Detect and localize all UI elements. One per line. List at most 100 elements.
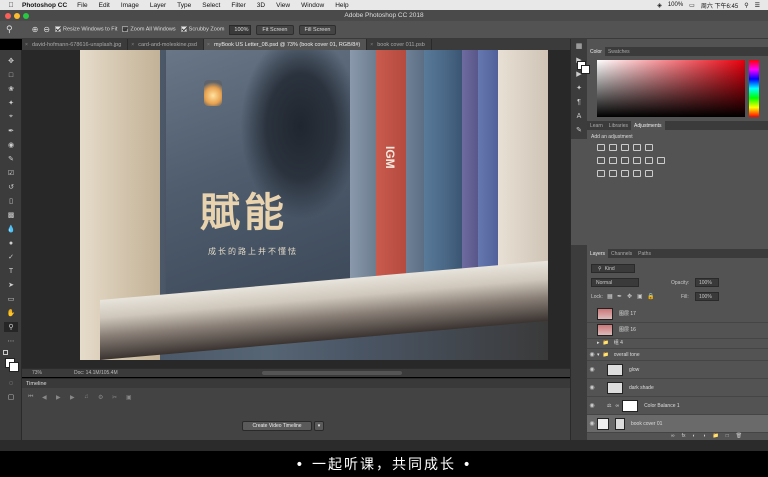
lock-paint-icon[interactable]: ✒ (617, 293, 622, 300)
paragraph-icon[interactable]: ¶ (575, 99, 583, 107)
fx-icon[interactable]: fx (682, 433, 686, 440)
layer-row[interactable]: ◉ ⚖ ∞ Color Balance 1 (587, 397, 768, 415)
hand-tool-icon[interactable]: ✋ (4, 308, 18, 318)
menu-3d[interactable]: 3D (257, 2, 265, 9)
pen-tool-icon[interactable]: ✓ (4, 252, 18, 262)
posterize-icon[interactable] (609, 170, 617, 177)
maximize-window-icon[interactable] (23, 13, 29, 19)
tab-book-cover[interactable]: × book cover 011.psb (367, 39, 432, 50)
tab-card-and-moleskine[interactable]: × card-and-moleskine.psd (128, 39, 204, 50)
layer-row-selected[interactable]: ◉ book cover 01 (587, 415, 768, 433)
selective-color-icon[interactable] (645, 170, 653, 177)
background-color-swatch[interactable] (9, 362, 19, 372)
blur-tool-icon[interactable]: 💧 (4, 224, 18, 234)
layer-row[interactable]: ▸ 📁 组 4 (587, 337, 768, 349)
menu-view[interactable]: View (276, 2, 290, 9)
zoom-in-icon[interactable]: ⊕ (32, 25, 39, 34)
apple-icon[interactable]:  (6, 2, 16, 9)
add-mask-icon[interactable]: ◐ (692, 433, 695, 440)
eye-icon[interactable]: ◉ (587, 402, 597, 409)
fill-field[interactable]: 100% (695, 292, 719, 301)
transform-icon[interactable]: ✦ (575, 85, 583, 93)
history-brush-icon[interactable]: ↺ (4, 182, 18, 192)
shape-tool-icon[interactable]: ▭ (4, 294, 18, 304)
battery-percent[interactable]: 100% (668, 2, 683, 8)
search-icon[interactable]: ⚲ (744, 2, 748, 9)
tab-paths[interactable]: Paths (635, 249, 654, 258)
dodge-tool-icon[interactable]: ● (4, 238, 18, 248)
layer-row[interactable]: ◉ ▾ 📁 overall tone (587, 349, 768, 361)
zoom-out-icon[interactable]: ⊖ (43, 25, 50, 34)
link-layers-icon[interactable]: ∞ (671, 433, 675, 440)
menu-edit[interactable]: Edit (99, 2, 110, 9)
menu-app-name[interactable]: Photoshop CC (22, 2, 67, 9)
color-picker-field[interactable] (597, 60, 745, 117)
gradient-tool-icon[interactable]: ▩ (4, 210, 18, 220)
threshold-icon[interactable] (621, 170, 629, 177)
zoom-value-field[interactable]: 100% (229, 24, 252, 35)
zoom-tool-icon[interactable]: ⚲ (4, 322, 18, 332)
brush-tool-icon[interactable]: ✎ (4, 154, 18, 164)
transition-icon[interactable]: ▣ (126, 394, 132, 401)
close-tab-icon[interactable]: × (370, 42, 373, 48)
tab-color[interactable]: Color (587, 47, 605, 56)
tab-layers[interactable]: Layers (587, 249, 609, 258)
next-frame-icon[interactable]: ▶ (70, 394, 75, 401)
menu-select[interactable]: Select (202, 2, 220, 9)
hue-slider[interactable] (749, 60, 759, 117)
levels-icon[interactable] (609, 144, 617, 151)
horizontal-scrollbar[interactable] (262, 371, 402, 375)
tab-mybook[interactable]: × myBook US Letter_08.psd @ 73% (book cov… (204, 39, 368, 50)
color-background[interactable] (581, 65, 590, 74)
menu-image[interactable]: Image (121, 2, 139, 9)
zoom-level[interactable]: 73% (22, 370, 46, 376)
close-tab-icon[interactable]: × (207, 42, 210, 48)
lock-all-icon[interactable]: 🔒 (647, 293, 654, 300)
create-video-timeline-button[interactable]: Create Video Timeline (242, 421, 312, 431)
first-frame-icon[interactable]: ⏮ (28, 394, 33, 401)
eye-icon[interactable]: ◉ (587, 366, 597, 373)
photo-filter-icon[interactable] (633, 157, 641, 164)
more-tools-icon[interactable]: ⋯ (4, 336, 18, 346)
trash-icon[interactable]: 🗑 (736, 433, 742, 440)
crop-tool-icon[interactable]: ⌖ (4, 112, 18, 122)
prev-frame-icon[interactable]: ◀ (42, 394, 47, 401)
menu-list-icon[interactable]: ☰ (755, 2, 760, 9)
chevron-down-icon[interactable]: ▾ (597, 352, 600, 358)
eye-icon[interactable]: ◉ (587, 384, 597, 391)
healing-brush-icon[interactable]: ◉ (4, 140, 18, 150)
doc-size[interactable]: Doc: 14.1M/105.4M (74, 370, 118, 376)
fill-screen-button[interactable]: Fill Screen (298, 24, 337, 35)
eraser-tool-icon[interactable]: ▯ (4, 196, 18, 206)
document-canvas[interactable]: 賦能 成长的路上并不懂怯 IGM (22, 50, 570, 368)
black-white-icon[interactable] (621, 157, 629, 164)
scrubby-zoom-checkbox[interactable]: Scrubby Zoom (180, 26, 224, 33)
lock-artboard-icon[interactable]: ▣ (637, 293, 643, 300)
channel-mixer-icon[interactable] (645, 157, 653, 164)
color-balance-icon[interactable] (609, 157, 617, 164)
blend-mode-select[interactable]: Normal (591, 278, 639, 287)
eyedropper-icon[interactable]: ✒ (4, 126, 18, 136)
menu-window[interactable]: Window (301, 2, 324, 9)
history-icon[interactable]: ▦ (575, 43, 583, 51)
tab-swatches[interactable]: Swatches (605, 47, 633, 56)
eye-icon[interactable]: ◉ (587, 420, 597, 427)
layer-kind-filter[interactable]: ⚲ Kind (591, 264, 635, 273)
layer-row[interactable]: ◉ dark shade (587, 379, 768, 397)
battery-icon[interactable]: ▭ (689, 2, 695, 9)
screen-mode-icon[interactable]: ▢ (4, 392, 18, 402)
curves-icon[interactable] (621, 144, 629, 151)
tab-david-hofmann[interactable]: × david-hofmann-678616-unsplash.jpg (22, 39, 129, 50)
hue-saturation-icon[interactable] (597, 157, 605, 164)
zoom-all-windows-checkbox[interactable]: Zoom All Windows (122, 26, 176, 33)
gradient-map-icon[interactable] (633, 170, 641, 177)
split-icon[interactable]: ✂ (112, 394, 117, 401)
tab-libraries[interactable]: Libraries (606, 121, 631, 130)
zoom-tool-icon[interactable]: ⚲ (6, 24, 13, 35)
invert-icon[interactable] (597, 170, 605, 177)
clock[interactable]: 周六 下午6:45 (701, 1, 738, 10)
menu-file[interactable]: File (77, 2, 87, 9)
default-colors-icon[interactable] (3, 350, 8, 355)
layer-row[interactable]: ◉ glow (587, 361, 768, 379)
chevron-right-icon[interactable]: ▸ (597, 340, 600, 346)
